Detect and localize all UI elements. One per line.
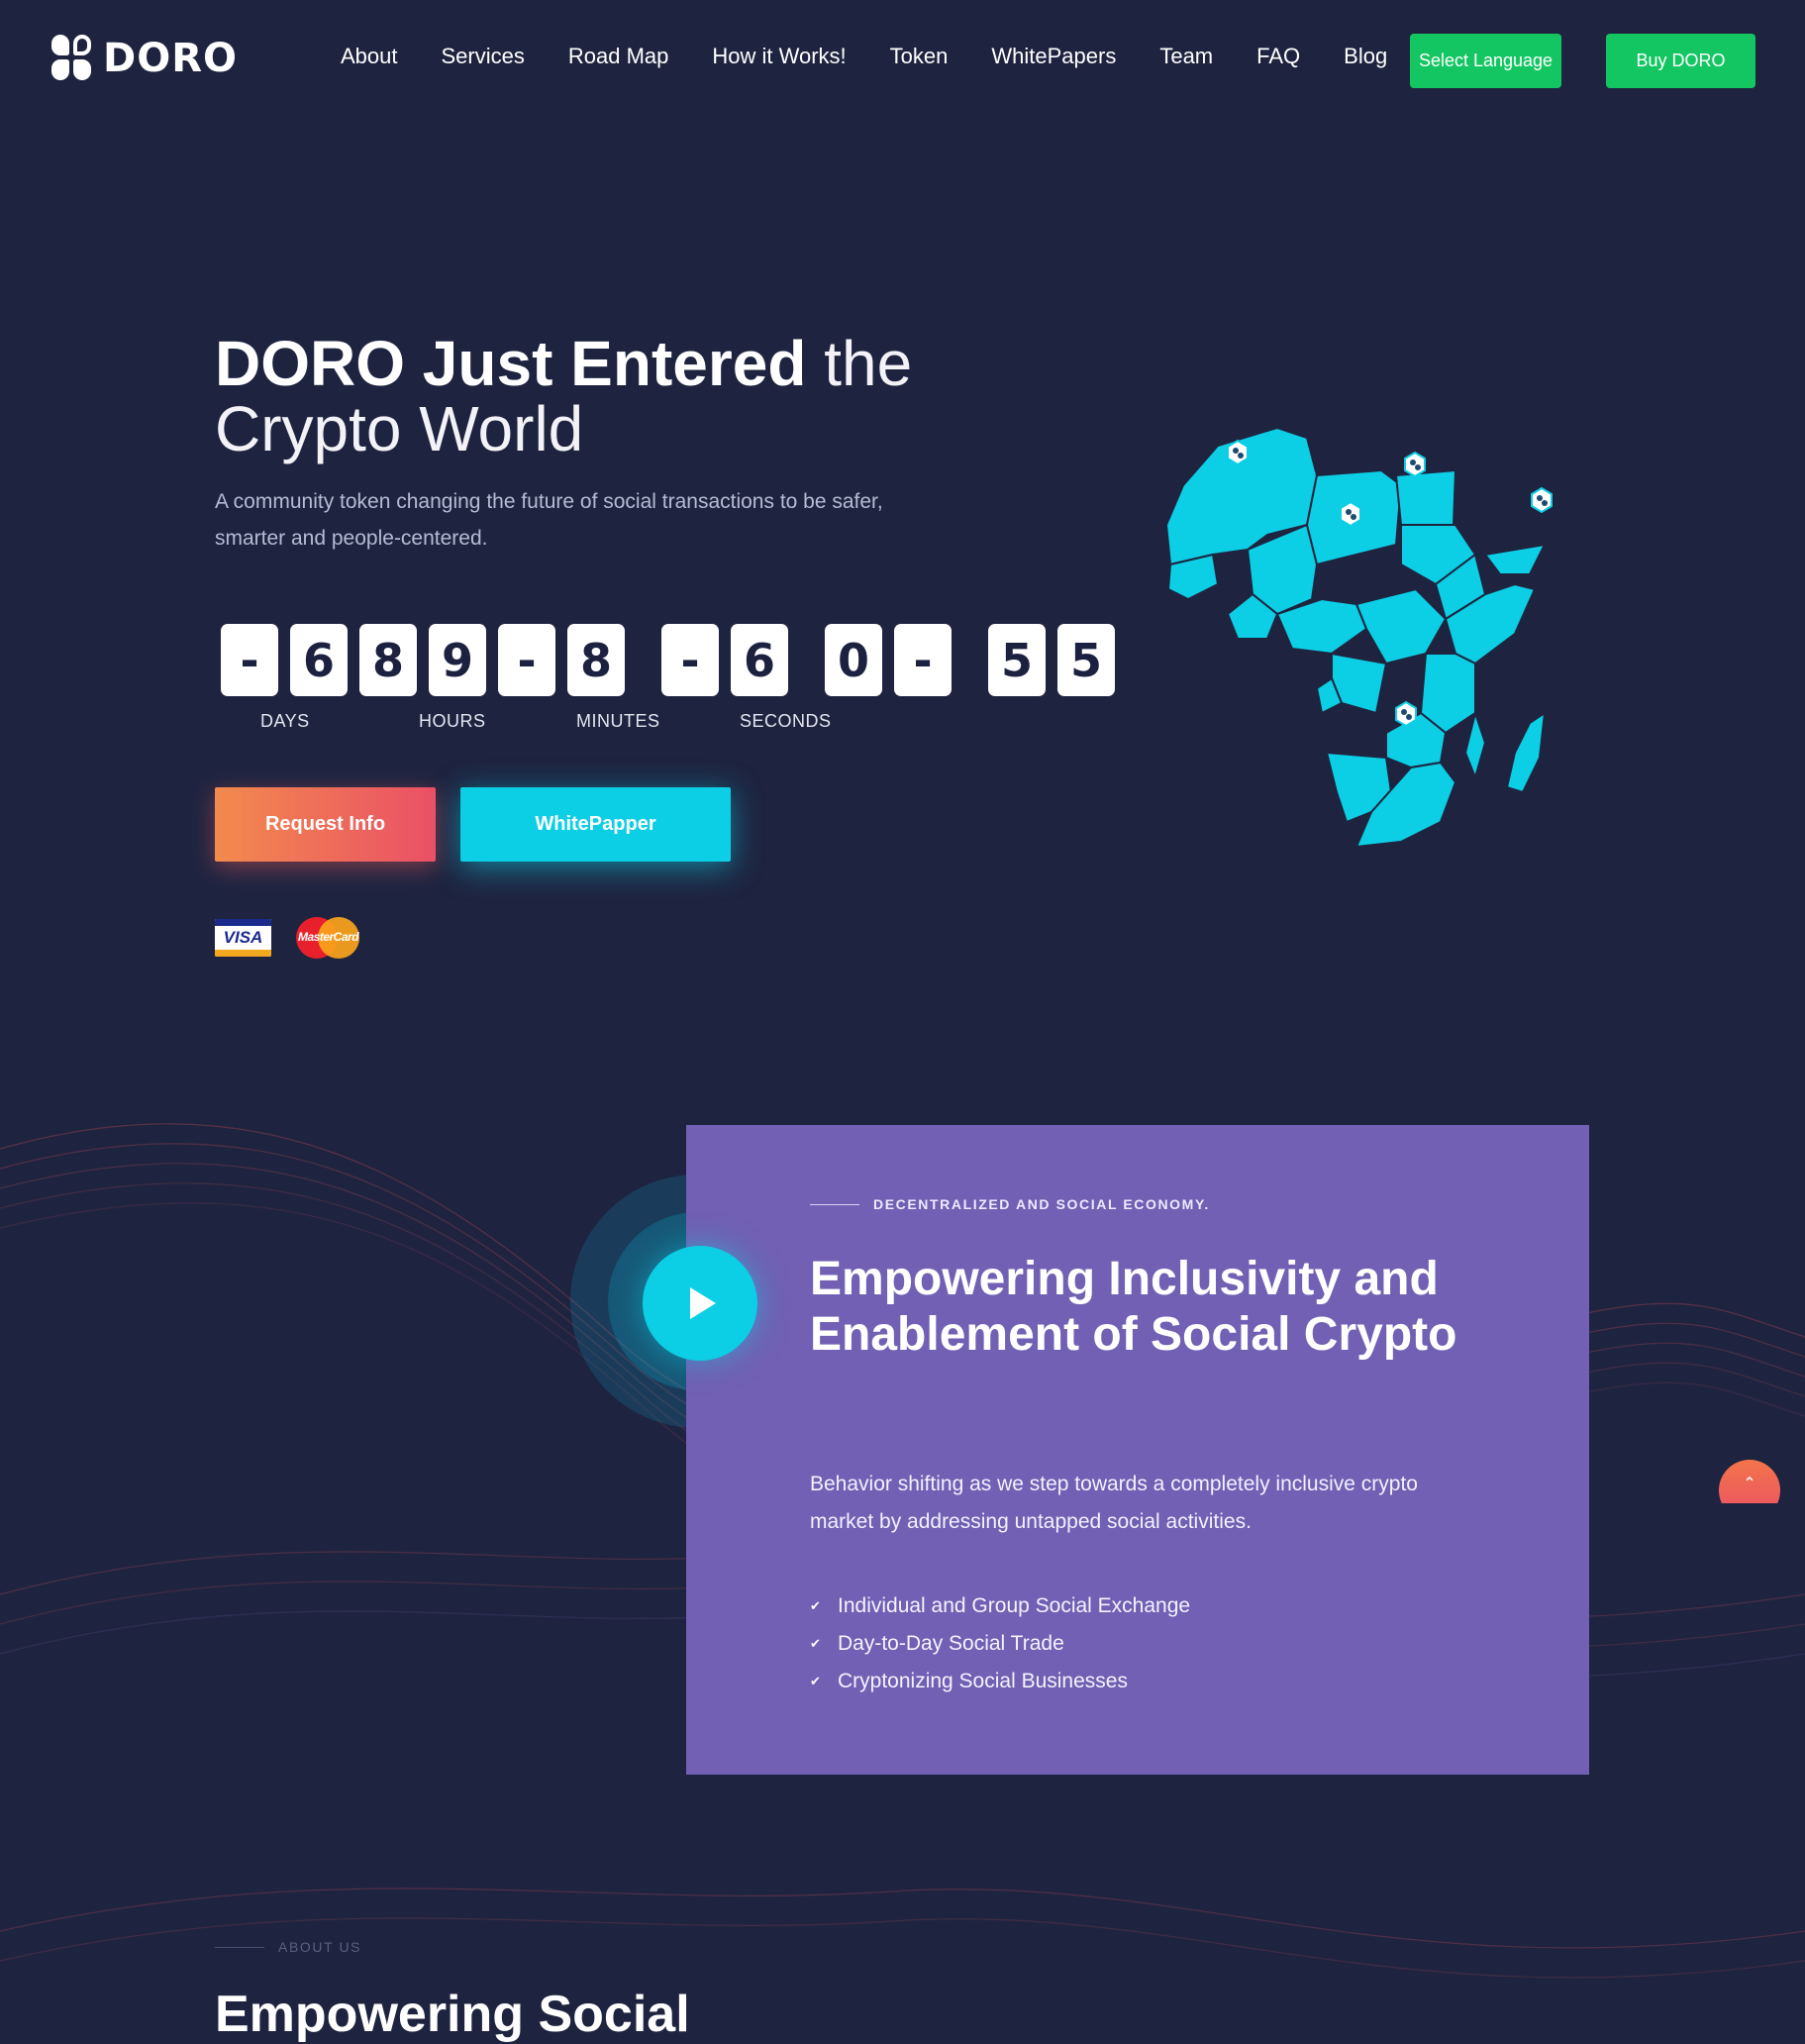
nav-whitepapers[interactable]: WhitePapers (991, 44, 1116, 69)
check-icon: ✔ (810, 1674, 821, 1688)
buy-doro-button[interactable]: Buy DORO (1606, 34, 1755, 88)
about-eyebrow-text: ABOUT US (278, 1939, 362, 1955)
chevron-up-icon: ⌃ (1743, 1476, 1756, 1492)
main-nav: About Services Road Map How it Works! To… (341, 44, 1431, 69)
feature-card: DECENTRALIZED AND SOCIAL ECONOMY. Empowe… (686, 1125, 1589, 1775)
countdown-digit: 0 (825, 624, 882, 696)
hero-title: DORO Just Entered the Crypto World (215, 331, 912, 461)
countdown-label-seconds: SECONDS (740, 711, 832, 731)
countdown-digit: - (894, 624, 952, 696)
countdown-digit: 6 (290, 624, 348, 696)
site-header: DORO About Services Road Map How it Work… (0, 0, 1805, 121)
visa-text: VISA (223, 928, 263, 947)
logo[interactable]: DORO (51, 34, 238, 83)
countdown-digit: - (221, 624, 278, 696)
mastercard-icon: MasterCard (296, 917, 359, 959)
nav-road-map[interactable]: Road Map (568, 44, 669, 69)
feature-title: Empowering Inclusivity and Enablement of… (810, 1253, 1457, 1361)
feature-eyebrow-text: DECENTRALIZED AND SOCIAL ECONOMY. (873, 1196, 1210, 1212)
countdown-digit: - (498, 624, 555, 696)
mastercard-text: MasterCard (298, 930, 359, 944)
list-item-label: Cryptonizing Social Businesses (838, 1670, 1128, 1692)
countdown-digit: - (661, 624, 719, 696)
list-item: ✔ Day-to-Day Social Trade (810, 1625, 1190, 1663)
visa-icon: VISA (215, 919, 271, 957)
countdown-digit: 6 (731, 624, 788, 696)
list-item: ✔ Individual and Group Social Exchange (810, 1587, 1190, 1625)
play-icon (690, 1287, 716, 1319)
nav-services[interactable]: Services (442, 44, 525, 69)
countdown-digit: 9 (429, 624, 486, 696)
list-item-label: Day-to-Day Social Trade (838, 1632, 1064, 1655)
hero-title-bold: DORO Just Entered (215, 328, 807, 399)
about-title: Empowering Social (215, 1986, 690, 2043)
nav-faq[interactable]: FAQ (1256, 44, 1300, 69)
request-info-button[interactable]: Request Info (215, 787, 436, 862)
list-item-label: Individual and Group Social Exchange (838, 1594, 1191, 1617)
nav-how-it-works[interactable]: How it Works! (712, 44, 846, 69)
about-eyebrow: ABOUT US (215, 1939, 361, 1955)
feature-text: Behavior shifting as we step towards a c… (810, 1473, 1418, 1533)
logo-icon (51, 35, 93, 82)
countdown-digit: 5 (1057, 624, 1115, 696)
countdown-label-days: DAYS (260, 711, 310, 731)
countdown-label-minutes: MINUTES (576, 711, 660, 731)
countdown-digit: 5 (988, 624, 1046, 696)
list-item: ✔ Cryptonizing Social Businesses (810, 1663, 1190, 1700)
hero-subtitle: A community token changing the future of… (215, 490, 883, 550)
nav-team[interactable]: Team (1159, 44, 1213, 69)
africa-map-icon (1165, 427, 1553, 848)
countdown-timer: - 6 8 9 - 8 - 6 0 - 5 5 (221, 624, 1115, 696)
whitepaper-button[interactable]: WhitePapper (460, 787, 731, 862)
scroll-button-mask (1719, 1503, 1780, 1543)
feature-list: ✔ Individual and Group Social Exchange ✔ D… (810, 1587, 1190, 1700)
play-video-button[interactable] (643, 1246, 757, 1361)
nav-blog[interactable]: Blog (1344, 44, 1387, 69)
countdown-digit: 8 (567, 624, 625, 696)
hero-title-light-2: Crypto World (215, 393, 584, 464)
nav-token[interactable]: Token (890, 44, 949, 69)
logo-text: DORO (103, 36, 239, 81)
feature-eyebrow: DECENTRALIZED AND SOCIAL ECONOMY. (810, 1196, 1210, 1212)
check-icon: ✔ (810, 1636, 821, 1651)
check-icon: ✔ (810, 1598, 821, 1613)
countdown-label-hours: HOURS (419, 711, 486, 731)
countdown-digit: 8 (359, 624, 417, 696)
nav-about[interactable]: About (341, 44, 398, 69)
hero-title-light-1: the (824, 328, 913, 399)
select-language-button[interactable]: Select Language (1410, 34, 1561, 88)
